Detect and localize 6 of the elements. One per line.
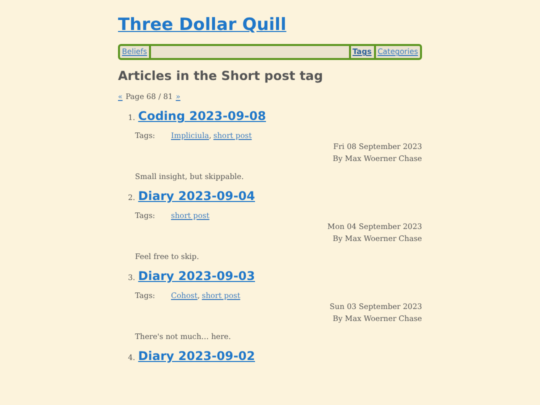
post-title-link[interactable]: Coding 2023-09-08 — [138, 108, 266, 124]
page-heading: Articles in the Short post tag — [118, 68, 324, 84]
site-title-link[interactable]: Three Dollar Quill — [118, 14, 286, 36]
post-title-link[interactable]: Diary 2023-09-03 — [138, 268, 256, 284]
post-title-link[interactable]: Diary 2023-09-04 — [138, 188, 256, 204]
post-title-link[interactable]: Diary 2023-09-02 — [138, 348, 256, 364]
